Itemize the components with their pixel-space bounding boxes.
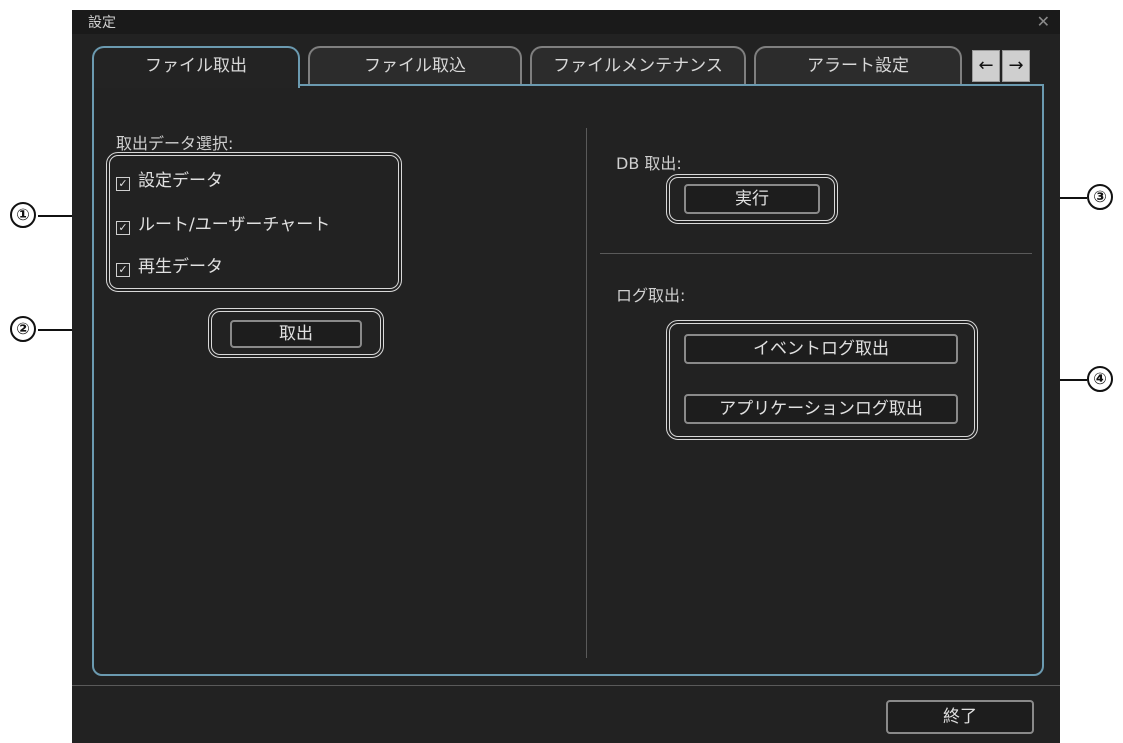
db-execute-button[interactable]: 実行 (684, 184, 820, 214)
option-playback-data[interactable]: ✓ 再生データ (116, 252, 223, 277)
tab-prev-button[interactable]: ← (972, 50, 1000, 82)
close-icon[interactable]: ✕ (1037, 12, 1050, 31)
vertical-divider (586, 128, 587, 658)
option-route-user-chart[interactable]: ✓ ルート/ユーザーチャート (116, 210, 330, 235)
horizontal-divider (600, 253, 1032, 254)
settings-window: 設定 ✕ ファイル取出 ファイル取込 ファイルメンテナンス アラート設定 ← →… (72, 10, 1060, 743)
export-data-label: 取出データ選択: (116, 134, 234, 153)
callout-3: ③ (1087, 184, 1113, 210)
checkbox-icon[interactable]: ✓ (116, 263, 130, 277)
option-settings-data[interactable]: ✓ 設定データ (116, 166, 223, 191)
tab-panel: 取出データ選択: ✓ 設定データ ✓ ルート/ユーザーチャート ✓ 再生データ 取出 … (92, 84, 1044, 676)
event-log-export-button[interactable]: イベントログ取出 (684, 334, 958, 364)
tab-file-maintenance[interactable]: ファイルメンテナンス (530, 46, 746, 86)
checkbox-icon[interactable]: ✓ (116, 221, 130, 235)
export-button[interactable]: 取出 (230, 320, 362, 348)
tab-file-import[interactable]: ファイル取込 (308, 46, 522, 86)
tab-next-button[interactable]: → (1002, 50, 1030, 82)
option-label: 再生データ (138, 257, 223, 277)
application-log-export-button[interactable]: アプリケーションログ取出 (684, 394, 958, 424)
window-title: 設定 (88, 15, 116, 31)
tab-alert-settings[interactable]: アラート設定 (754, 46, 962, 86)
db-export-label: DB 取出: (616, 154, 682, 173)
callout-4: ④ (1087, 366, 1113, 392)
callout-2: ② (10, 316, 36, 342)
arrow-left-icon: ← (978, 55, 994, 76)
option-label: ルート/ユーザーチャート (138, 215, 331, 235)
arrow-right-icon: → (1008, 55, 1024, 76)
tab-file-export[interactable]: ファイル取出 (92, 46, 300, 88)
option-label: 設定データ (138, 171, 223, 191)
callout-1: ① (10, 202, 36, 228)
footer-divider (72, 685, 1060, 686)
checkbox-icon[interactable]: ✓ (116, 177, 130, 191)
log-export-label: ログ取出: (616, 286, 686, 305)
close-button[interactable]: 終了 (886, 700, 1034, 734)
title-bar: 設定 ✕ (72, 10, 1060, 34)
